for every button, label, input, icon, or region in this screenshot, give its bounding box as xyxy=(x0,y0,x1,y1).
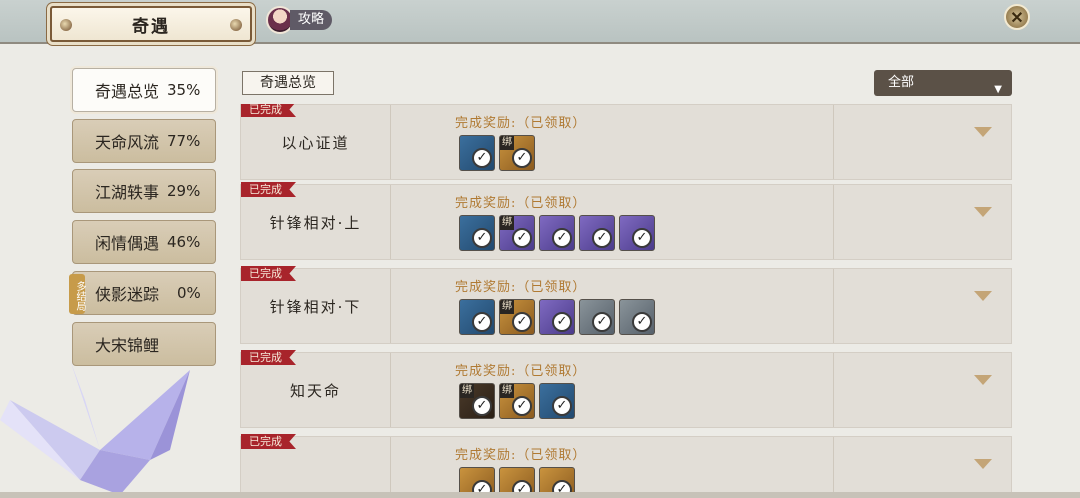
check-icon: ✓ xyxy=(512,148,532,168)
page-title: 奇遇 xyxy=(132,16,170,37)
dropdown-arrow-icon: ▼ xyxy=(994,84,1002,95)
tab-percent: 0% xyxy=(177,284,201,302)
tab-percent: 77% xyxy=(167,132,201,150)
multi-ending-badge: 多结局 xyxy=(69,274,85,314)
check-icon: ✓ xyxy=(552,312,572,332)
check-icon: ✓ xyxy=(512,228,532,248)
bound-tag: 绑 xyxy=(500,136,514,150)
reward-item[interactable]: 绑 ✓ xyxy=(499,383,535,419)
encounter-row[interactable]: 已完成 针锋相对·上 完成奖励:（已领取） ✓ 绑 ✓ ✓ ✓ ✓ xyxy=(240,182,1012,260)
filter-value: 全部 xyxy=(888,75,915,90)
reward-items: ✓ 绑 ✓ ✓ ✓ ✓ xyxy=(459,299,655,335)
check-icon: ✓ xyxy=(592,228,612,248)
check-icon: ✓ xyxy=(472,228,492,248)
row-end-cell xyxy=(833,269,1011,343)
title-plate: 奇遇 xyxy=(50,6,252,42)
encounter-row[interactable]: 已完成 针锋相对·下 完成奖励:（已领取） ✓ 绑 ✓ ✓ ✓ ✓ xyxy=(240,266,1012,344)
reward-item[interactable]: 绑 ✓ xyxy=(499,299,535,335)
row-end-cell xyxy=(833,105,1011,179)
tab-label: 天命风流 xyxy=(95,133,160,152)
tab-jianghu[interactable]: 江湖轶事 29% xyxy=(72,169,216,213)
reward-item[interactable]: ✓ xyxy=(459,215,495,251)
reward-items: 绑 ✓ 绑 ✓ ✓ xyxy=(459,383,575,419)
encounter-list[interactable]: 已完成 以心证道 完成奖励:（已领取） ✓ 绑 ✓ 已完成 针锋相对·上 完成奖励:（已领取） ✓… xyxy=(240,104,1012,498)
close-icon: ✕ xyxy=(1010,7,1024,27)
guide-label: 攻略 xyxy=(290,10,333,30)
reward-item[interactable]: ✓ xyxy=(539,215,575,251)
reward-label: 完成奖励:（已领取） xyxy=(455,280,587,295)
reward-item[interactable]: ✓ xyxy=(579,299,615,335)
ornament-icon xyxy=(60,19,72,31)
tab-label: 闲情偶遇 xyxy=(95,234,160,253)
encounter-name xyxy=(241,437,391,498)
tab-label: 大宋锦鲤 xyxy=(95,336,160,355)
bound-tag: 绑 xyxy=(460,384,474,398)
tab-percent: 46% xyxy=(167,233,201,251)
bound-tag: 绑 xyxy=(500,300,514,314)
reward-item[interactable]: ✓ xyxy=(619,299,655,335)
encounter-row[interactable]: 已完成 知天命 完成奖励:（已领取）绑 ✓ 绑 ✓ ✓ xyxy=(240,350,1012,428)
ornament-icon xyxy=(230,19,242,31)
check-icon: ✓ xyxy=(512,312,532,332)
reward-item[interactable]: 绑 ✓ xyxy=(499,215,535,251)
tab-leisure[interactable]: 闲情偶遇 46% xyxy=(72,220,216,264)
expand-arrow-icon[interactable] xyxy=(974,375,992,385)
top-bar: 奇遇 攻略 ✕ xyxy=(0,0,1080,44)
tab-koi[interactable]: 大宋锦鲤 xyxy=(72,322,216,366)
tab-overview[interactable]: 奇遇总览 35% xyxy=(72,68,216,112)
tab-label: 奇遇总览 xyxy=(95,82,160,101)
reward-item[interactable]: ✓ xyxy=(459,135,495,171)
tab-shadow[interactable]: 多结局 侠影迷踪 0% xyxy=(69,271,216,315)
reward-item[interactable]: ✓ xyxy=(459,299,495,335)
reward-label: 完成奖励:（已领取） xyxy=(455,448,587,463)
bound-tag: 绑 xyxy=(500,384,514,398)
section-label: 奇遇总览 xyxy=(242,71,334,95)
check-icon: ✓ xyxy=(472,312,492,332)
reward-item[interactable]: ✓ xyxy=(579,215,615,251)
close-button[interactable]: ✕ xyxy=(1004,4,1030,30)
bound-tag: 绑 xyxy=(500,216,514,230)
check-icon: ✓ xyxy=(552,396,572,416)
tab-label: 江湖轶事 xyxy=(95,183,160,202)
encounter-name: 针锋相对·上 xyxy=(241,185,391,259)
reward-label: 完成奖励:（已领取） xyxy=(455,116,587,131)
reward-items: ✓ 绑 ✓ xyxy=(459,135,535,171)
guide-button[interactable]: 攻略 xyxy=(266,6,333,34)
reward-items: ✓ 绑 ✓ ✓ ✓ ✓ xyxy=(459,215,655,251)
check-icon: ✓ xyxy=(592,312,612,332)
encounter-name: 知天命 xyxy=(241,353,391,427)
expand-arrow-icon[interactable] xyxy=(974,459,992,469)
tab-label: 侠影迷踪 xyxy=(95,285,160,304)
reward-item[interactable]: ✓ xyxy=(619,215,655,251)
row-end-cell xyxy=(833,353,1011,427)
encounter-name: 以心证道 xyxy=(241,105,391,179)
encounter-name: 针锋相对·下 xyxy=(241,269,391,343)
filter-dropdown[interactable]: 全部 ▼ xyxy=(874,70,1012,96)
check-icon: ✓ xyxy=(472,148,492,168)
row-end-cell xyxy=(833,185,1011,259)
check-icon: ✓ xyxy=(632,228,652,248)
expand-arrow-icon[interactable] xyxy=(974,207,992,217)
tab-percent: 29% xyxy=(167,182,201,200)
check-icon: ✓ xyxy=(632,312,652,332)
reward-label: 完成奖励:（已领取） xyxy=(455,196,587,211)
tab-destiny[interactable]: 天命风流 77% xyxy=(72,119,216,163)
reward-item[interactable]: ✓ xyxy=(539,299,575,335)
expand-arrow-icon[interactable] xyxy=(974,127,992,137)
bottom-border xyxy=(0,492,1080,498)
reward-item[interactable]: ✓ xyxy=(539,383,575,419)
check-icon: ✓ xyxy=(472,396,492,416)
reward-item[interactable]: 绑 ✓ xyxy=(459,383,495,419)
check-icon: ✓ xyxy=(512,396,532,416)
reward-item[interactable]: 绑 ✓ xyxy=(499,135,535,171)
encounter-row[interactable]: 已完成 以心证道 完成奖励:（已领取） ✓ 绑 ✓ xyxy=(240,104,1012,180)
encounter-row[interactable]: 已完成 完成奖励:（已领取） ✓ ✓ ✓ xyxy=(240,434,1012,498)
expand-arrow-icon[interactable] xyxy=(974,291,992,301)
reward-label: 完成奖励:（已领取） xyxy=(455,364,587,379)
tab-percent: 35% xyxy=(167,81,201,99)
check-icon: ✓ xyxy=(552,228,572,248)
